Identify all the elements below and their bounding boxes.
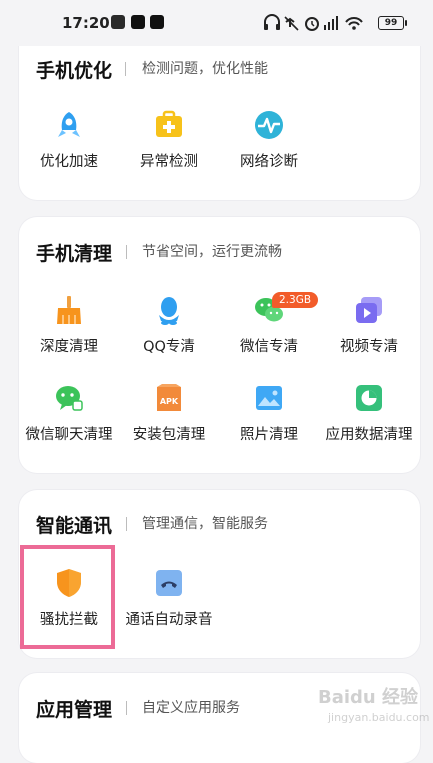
status-icons <box>264 14 363 31</box>
watermark-text: Baidu 经验 <box>318 687 419 708</box>
section-subtitle: 管理通信，智能服务 <box>142 516 268 532</box>
watermark-url: jingyan.baidu.com <box>328 711 430 724</box>
network-pulse-icon <box>255 111 283 139</box>
tool-label: 应用数据清理 <box>325 427 413 443</box>
section-title: 应用管理 <box>36 699 113 721</box>
wechat-size-badge: 2.3GB <box>272 292 319 308</box>
status-time: 17:20 <box>62 14 110 32</box>
apk-icon-text: APK <box>160 397 179 406</box>
section-subtitle: 检测问题，优化性能 <box>142 61 268 77</box>
section-title: 手机优化 <box>36 60 113 82</box>
broom-icon <box>57 296 81 324</box>
notification-app-icon <box>111 15 125 29</box>
call-record-icon <box>156 570 182 596</box>
apk-icon: APK <box>157 384 181 411</box>
tool-label: 视频专清 <box>340 339 398 355</box>
highlight-box <box>20 545 115 649</box>
photo-icon <box>256 386 282 410</box>
wechat-chat-icon <box>56 386 83 411</box>
capcut-icon <box>150 15 164 29</box>
card-phone-clean: 手机清理 节省空间，运行更流畅 深度清理 QQ专清 微信专清 视频专清 微信聊天… <box>19 217 420 473</box>
divider <box>126 517 127 531</box>
divider <box>126 245 127 259</box>
section-subtitle: 自定义应用服务 <box>142 700 240 716</box>
medical-kit-icon <box>156 110 182 137</box>
battery-indicator: 99 <box>378 16 407 30</box>
video-icon <box>356 297 382 323</box>
tool-label: 通话自动录音 <box>125 612 213 628</box>
divider <box>125 62 126 76</box>
section-title: 智能通讯 <box>36 515 113 537</box>
app-data-icon <box>356 385 382 411</box>
section-subtitle: 节省空间，运行更流畅 <box>142 244 282 260</box>
divider <box>126 701 127 715</box>
rocket-icon <box>58 112 80 137</box>
baidu-watermark: Baidu 经验 jingyan.baidu.com <box>318 683 430 733</box>
qq-icon <box>159 297 179 325</box>
status-bar: 17:20 99 <box>0 0 433 46</box>
tiktok-icon <box>131 15 145 29</box>
tool-label: 网络诊断 <box>240 154 298 170</box>
section-title: 手机清理 <box>36 243 113 265</box>
card-phone-optimize: 手机优化 检测问题，优化性能 优化加速 异常检测 网络诊断 <box>19 26 420 200</box>
